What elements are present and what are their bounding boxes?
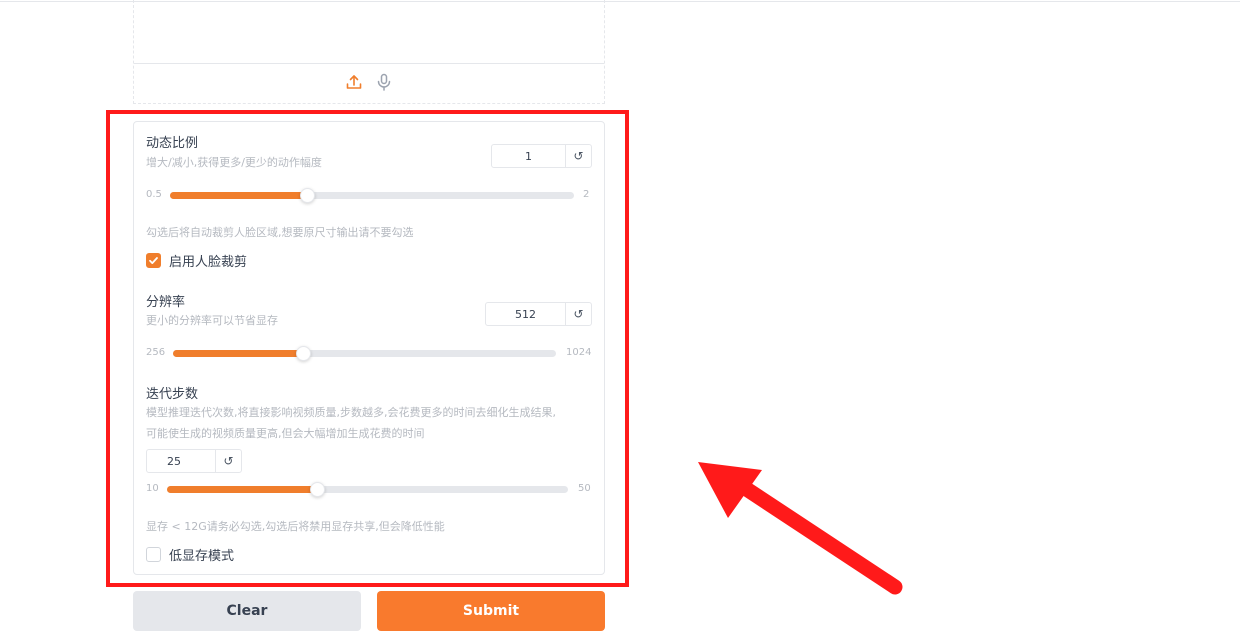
submit-button[interactable]: Submit (377, 591, 605, 631)
clear-button[interactable]: Clear (133, 591, 361, 631)
arrow-icon (698, 462, 903, 595)
upload-icon[interactable] (345, 73, 363, 91)
media-input-area[interactable] (133, 0, 605, 104)
input-source-icons (134, 73, 604, 91)
highlight-box (106, 110, 629, 587)
microphone-icon[interactable] (375, 73, 393, 91)
input-divider (134, 63, 604, 64)
